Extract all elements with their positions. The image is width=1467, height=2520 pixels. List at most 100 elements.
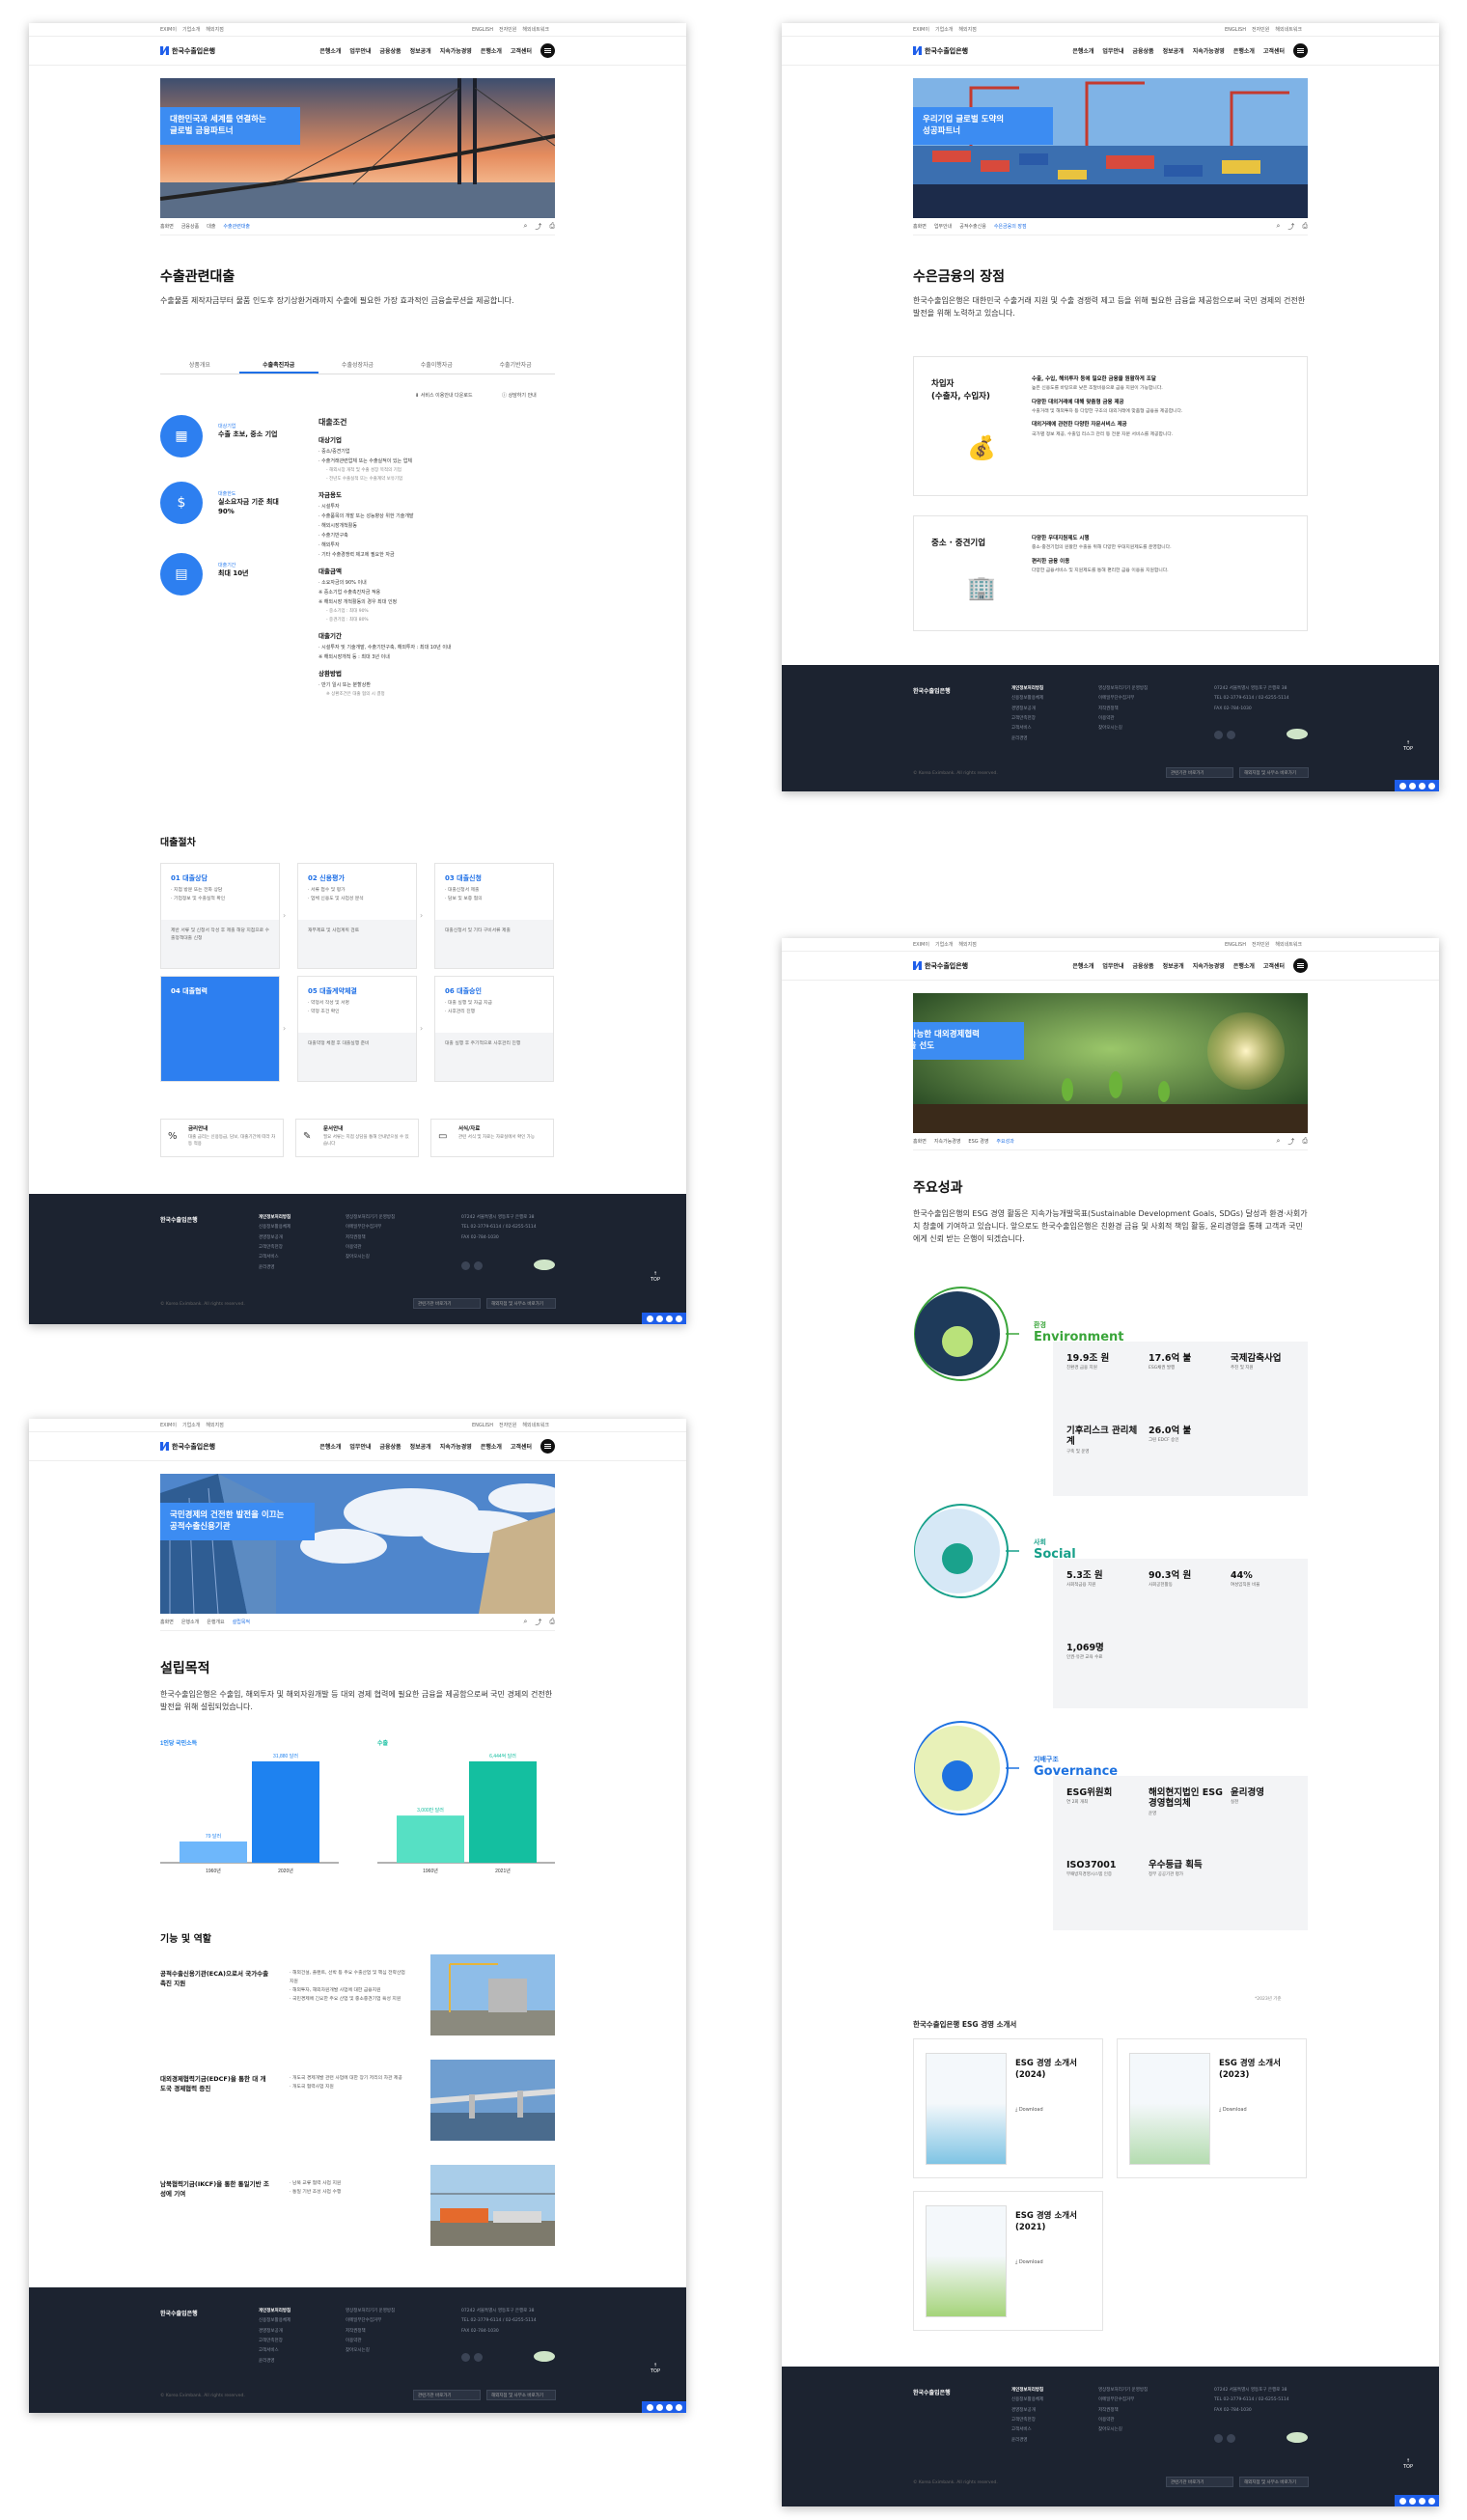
overseas-sites-select[interactable]: 해외지점 및 사무소 바로가기 [486,2390,556,2400]
util-link[interactable]: 기업소개 [182,1422,200,1428]
nav-item[interactable]: 은행소개 [481,1442,502,1451]
breadcrumb-home[interactable]: 홈화면 [913,223,927,230]
share-icon[interactable]: ⤴ [535,222,541,232]
zoom-icon[interactable] [1418,782,1425,789]
util-link[interactable]: 기업소개 [935,26,953,33]
footer-link[interactable]: 고객만족헌장 [1011,714,1043,724]
share-icon[interactable]: ⤴ [535,1618,541,1627]
footer-link[interactable]: 저작권정책 [346,2327,395,2337]
settings-icon[interactable] [675,1315,682,1322]
play-icon[interactable] [1398,782,1406,789]
settings-icon[interactable] [1427,782,1435,789]
download-link[interactable]: ⬇ 서비스 이용안내 다운로드 [415,392,473,399]
top-button[interactable]: ↑ TOP [1403,740,1413,752]
footer-link[interactable]: 이용약관 [1098,2416,1148,2425]
footer-link[interactable]: 이메일무단수집거부 [1098,2395,1148,2405]
nav-item[interactable]: 정보공개 [410,46,431,55]
breadcrumb-item[interactable]: ESG 경영 [968,1138,988,1145]
logo[interactable]: 한국수출입은행 [913,46,968,56]
print-icon[interactable]: ⎙ [549,222,555,231]
play-icon[interactable] [1398,2497,1406,2505]
print-icon[interactable]: ⎙ [1302,222,1308,231]
related-sites-select[interactable]: 관련기관 바로가기 [1166,2477,1233,2487]
breadcrumb-home[interactable]: 홈화면 [913,1138,927,1145]
blog-icon[interactable] [1227,731,1235,739]
breadcrumb-item[interactable]: 공적수출신용 [959,223,986,230]
util-link[interactable]: 해외네트워크 [1275,941,1302,948]
util-link[interactable]: 해외지점 [206,26,223,33]
nav-item[interactable]: 고객센터 [1263,46,1285,55]
print-icon[interactable]: ⎙ [549,1618,555,1626]
play-icon[interactable] [646,1315,653,1322]
footer-link[interactable]: 개인정보처리방침 [1011,686,1043,691]
nav-item[interactable]: 지속가능경영 [1193,46,1225,55]
logo[interactable]: 한국수출입은행 [160,46,215,56]
download-link[interactable]: ⤓ Download [1015,2107,1043,2113]
util-link[interactable]: EXIM이 [913,941,929,948]
blog-icon[interactable] [474,2353,483,2362]
nav-item[interactable]: 정보공개 [410,1442,431,1451]
footer-link[interactable]: 영상정보처리기기 운영방침 [346,1213,395,1223]
nav-item[interactable]: 고객센터 [1263,961,1285,970]
footer-link[interactable]: 찾아오시는길 [346,2346,395,2356]
nav-item[interactable]: 지속가능경영 [440,46,472,55]
breadcrumb-item[interactable]: 은행소개 [181,1619,199,1625]
util-link[interactable]: ENGLISH [1225,27,1246,33]
footer-link[interactable]: 영상정보처리기기 운영방침 [1098,684,1148,694]
logo[interactable]: 한국수출입은행 [913,961,968,971]
tab[interactable]: 상품개요 [160,357,239,374]
footer-link[interactable]: 개인정보처리방침 [1011,2388,1043,2393]
nav-item[interactable]: 은행소개 [481,46,502,55]
nav-item[interactable]: 은행소개 [1233,961,1255,970]
download-link[interactable]: ⤓ Download [1015,2259,1043,2265]
footer-link[interactable]: 저작권정책 [1098,705,1148,714]
top-button[interactable]: ↑ TOP [650,2363,660,2374]
footer-link[interactable]: 이용약관 [1098,714,1148,724]
nav-item[interactable]: 은행소개 [1072,46,1093,55]
footer-link[interactable]: 개인정보처리방침 [259,2309,291,2313]
footer-link[interactable]: 저작권정책 [346,1233,395,1243]
footer-link[interactable]: 윤리경영 [259,2357,291,2367]
youtube-icon[interactable] [461,1261,470,1270]
download-link[interactable]: ⤓ Download [1219,2107,1247,2113]
footer-link[interactable]: 고객만족헌장 [259,1243,291,1253]
nav-item[interactable]: 지속가능경영 [1193,961,1225,970]
nav-item[interactable]: 은행소개 [319,1442,341,1451]
nav-item[interactable]: 은행소개 [1233,46,1255,55]
footer-link[interactable]: 저작권정책 [1098,2406,1148,2416]
related-sites-select[interactable]: 관련기관 바로가기 [413,2390,481,2400]
blog-icon[interactable] [474,1261,483,1270]
tab[interactable]: 수출이행자금 [397,357,476,374]
nav-item[interactable]: 고객센터 [511,46,532,55]
util-link[interactable]: 해외네트워크 [522,1422,549,1428]
tab-active[interactable]: 수출촉진자금 [238,357,318,374]
zoom-icon[interactable] [665,2403,673,2411]
menu-icon[interactable] [1293,43,1308,58]
util-link[interactable]: 해외네트워크 [1275,26,1302,33]
nav-item[interactable]: 업무안내 [349,1442,371,1451]
breadcrumb-item[interactable]: 지속가능경영 [934,1138,961,1145]
nav-item[interactable]: 은행소개 [319,46,341,55]
info-note[interactable]: ▭ 서식/자료 관련 서식 및 자료는 자료실에서 확인 가능 [430,1119,554,1157]
youtube-icon[interactable] [1214,2434,1223,2443]
pause-icon[interactable] [1408,782,1416,789]
play-icon[interactable] [646,2403,653,2411]
youtube-icon[interactable] [1214,731,1223,739]
footer-link[interactable]: 신용정보활용체제 [1011,694,1043,704]
breadcrumb-home[interactable]: 홈화면 [160,1619,174,1625]
util-link[interactable]: 해외지점 [958,26,976,33]
overseas-sites-select[interactable]: 해외지점 및 사무소 바로가기 [1239,2477,1309,2487]
footer-link[interactable]: 영상정보처리기기 운영방침 [1098,2386,1148,2395]
tab[interactable]: 수출성장자금 [318,357,398,374]
menu-icon[interactable] [540,1439,555,1454]
footer-link[interactable]: 찾아오시는길 [346,1253,395,1262]
report-card[interactable]: ESG 경영 소개서 (2021) ⤓ Download [913,2191,1103,2331]
search-icon[interactable]: ⌕ [1276,222,1280,231]
search-icon[interactable]: ⌕ [523,1618,527,1626]
util-link[interactable]: ENGLISH [472,27,493,33]
footer-link[interactable]: 경영정보공개 [259,2327,291,2337]
consult-link[interactable]: ⓘ 상담하기 안내 [502,392,537,399]
util-link[interactable]: 해외지점 [958,941,976,948]
footer-link[interactable]: 찾아오시는길 [1098,724,1148,734]
footer-link[interactable]: 고객서비스 [259,1253,291,1262]
